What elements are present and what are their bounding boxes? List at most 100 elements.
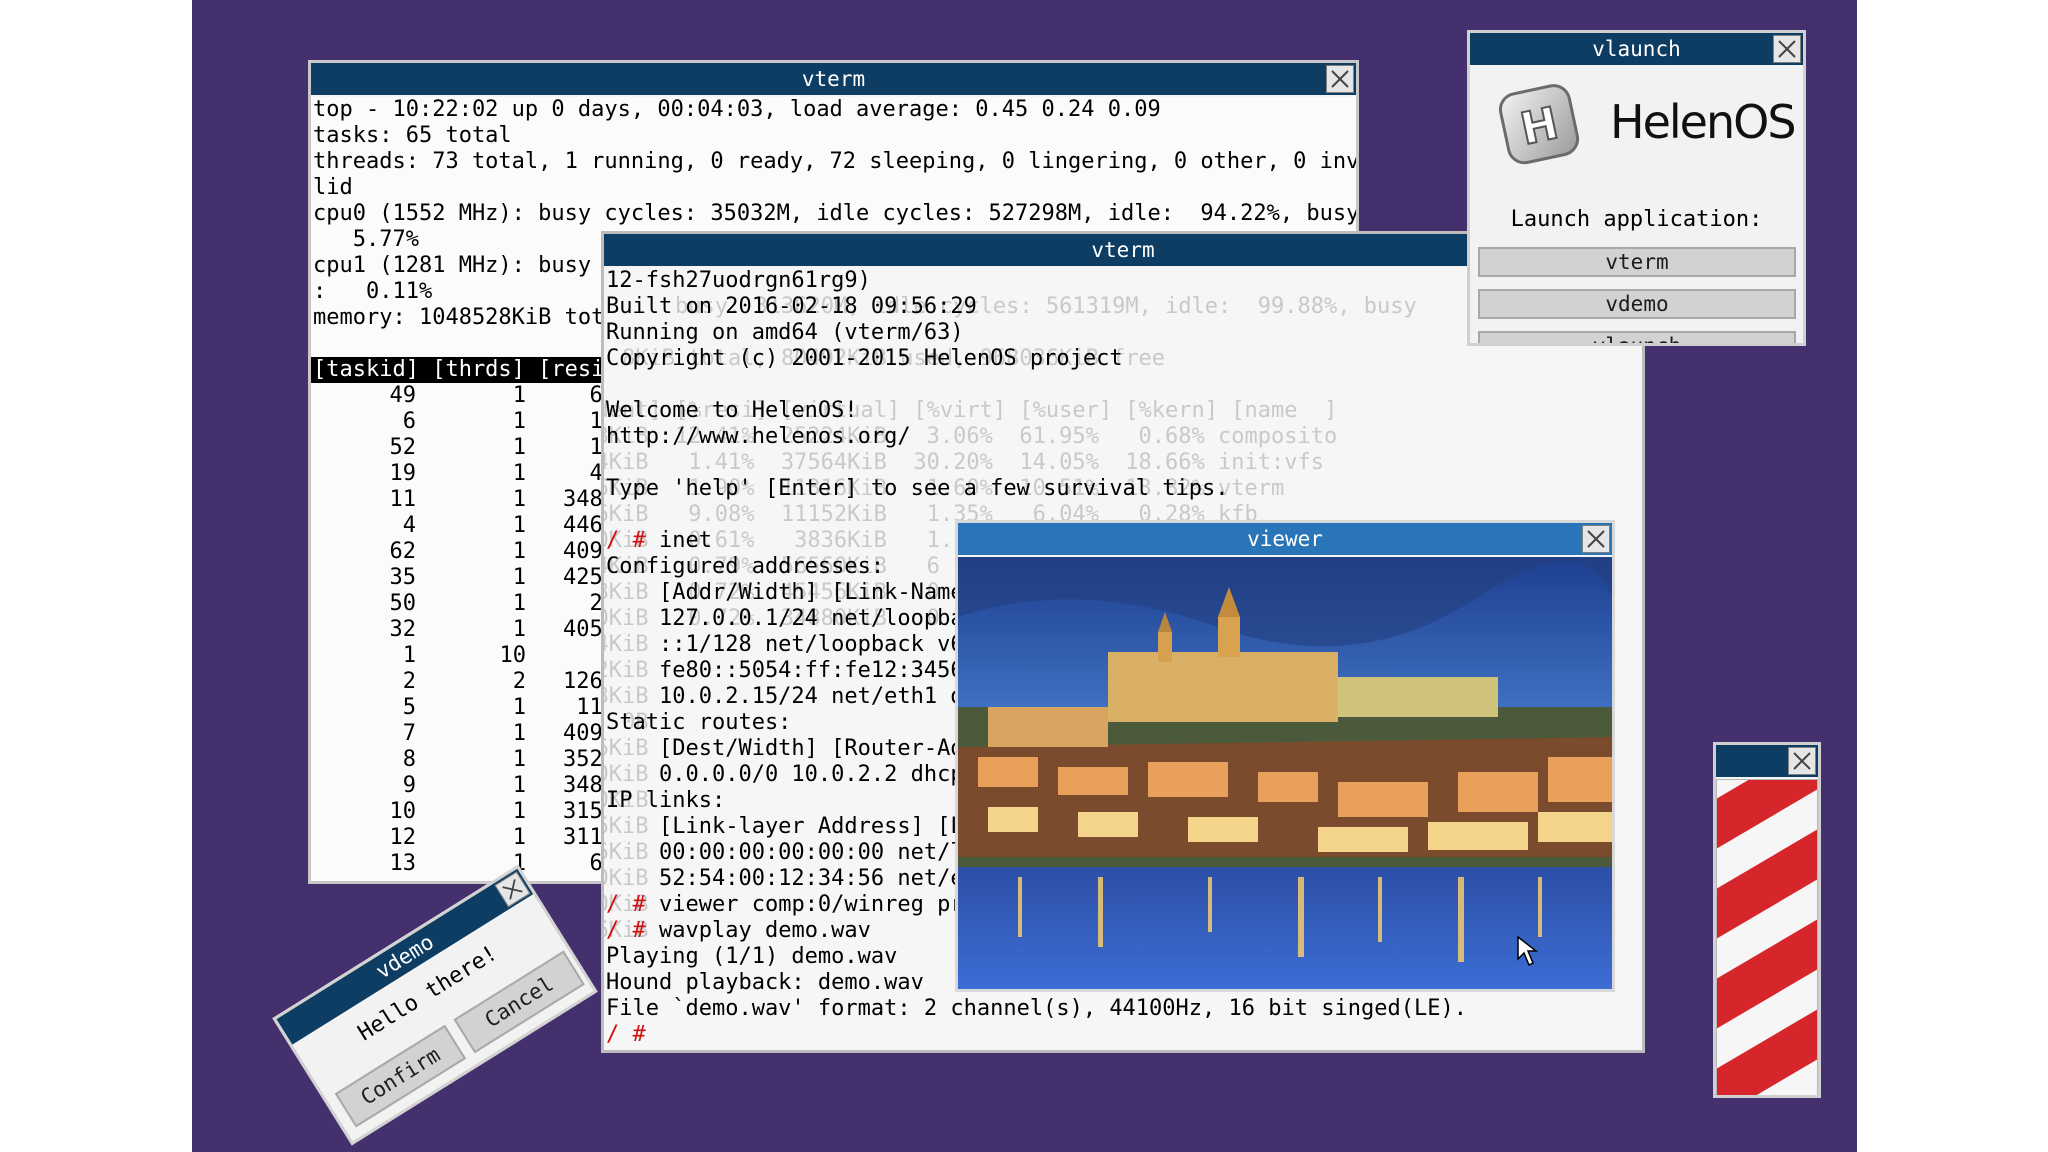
table-cell: 49 (389, 383, 417, 408)
vdemo-window[interactable]: vdemo Hello there! Confirm Cancel (272, 864, 598, 1146)
vlaunch-titlebar[interactable]: vlaunch (1470, 33, 1803, 65)
barber-pole-titlebar[interactable] (1716, 745, 1818, 777)
close-icon[interactable] (1788, 747, 1816, 775)
terminal-line: http://www.helenos.org/ (606, 424, 911, 449)
table-cell: 4 (402, 513, 416, 538)
vlaunch-title: vlaunch (1592, 37, 1681, 61)
vterm-shell-title: vterm (1091, 238, 1155, 262)
table-cell: 11 (389, 487, 417, 512)
table-row: 50123 (311, 591, 617, 617)
desktop: vterm top - 10:22:02 up 0 days, 00:04:03… (192, 0, 1857, 1152)
vterm-top-title: vterm (801, 67, 866, 91)
table-row: 1 10 (311, 643, 616, 669)
close-icon[interactable] (1582, 525, 1610, 553)
vlaunch-window[interactable]: vlaunch H HelenOS Launch application: vt… (1467, 30, 1806, 346)
table-row: 10 1 3153 (311, 799, 617, 825)
command-text: inet (645, 528, 712, 553)
terminal-line: Type 'help' [Enter] to see a few surviva… (606, 476, 1229, 501)
terminal-line: 12-fsh27uodrgn61rg9) (606, 268, 871, 293)
table-row: 12 1 3112 (311, 825, 617, 851)
table-cell: 32 (389, 617, 417, 642)
table-cell: 1 (512, 539, 526, 564)
table-cell: 1 (402, 643, 416, 668)
prompt-mark: / # (606, 892, 646, 917)
table-cell: 1 (512, 435, 526, 460)
prague-castle-photo (958, 557, 1612, 989)
command-text: wavplay demo.wav (645, 918, 871, 943)
launch-vdemo-button[interactable]: vdemo (1478, 289, 1796, 319)
table-cell: 62 (389, 539, 417, 564)
table-row: 32 1 4055 (311, 617, 617, 643)
table-cell: 1 (512, 747, 526, 772)
close-icon[interactable] (1326, 65, 1354, 93)
table-cell: 5 (402, 695, 416, 720)
table-cell: 52 (389, 435, 417, 460)
terminal-line: Copyright (c) 2001-2015 HelenOS project (606, 346, 1123, 371)
table-cell: 7 (402, 721, 416, 746)
table-row: 62 1 4096 (311, 539, 617, 565)
table-cell: 35 (389, 565, 417, 590)
terminal-line: Welcome to HelenOS! (606, 398, 858, 423)
launch-vterm-button[interactable]: vterm (1478, 247, 1796, 277)
table-cell: 1 (512, 565, 526, 590)
table-cell: 1 (512, 773, 526, 798)
helenos-logo-text: HelenOS (1610, 95, 1797, 149)
table-cell: 1 (512, 617, 526, 642)
close-icon[interactable] (1773, 35, 1801, 63)
table-cell: 1 (512, 825, 526, 850)
table-cell: 19 (389, 461, 417, 486)
viewer-title: viewer (1247, 527, 1323, 551)
terminal-line: lid (313, 175, 353, 200)
table-row: 9 1 3481 (311, 773, 616, 799)
table-cell: 2 (402, 669, 416, 694)
table-cell: 8 (402, 747, 416, 772)
table-row: 6114 (311, 409, 616, 435)
helenos-logo-icon: H (1492, 79, 1582, 165)
terminal-line: File `demo.wav' format: 2 channel(s), 44… (606, 996, 1467, 1021)
table-cell: 6 (402, 409, 416, 434)
terminal-line: Built on 2016-02-18 09:56:29 (606, 294, 977, 319)
viewer-titlebar[interactable]: viewer (958, 523, 1612, 555)
viewer-window[interactable]: viewer (955, 520, 1615, 992)
table-cell: 10 (389, 799, 417, 824)
table-row: 11 1 3481 (311, 487, 617, 513)
table-cell: 10 (499, 643, 527, 668)
table-cell: 12 (389, 825, 417, 850)
terminal-line: Running on amd64 (vterm/63) (606, 320, 964, 345)
prompt-mark: / # (606, 1022, 646, 1047)
table-cell: 1 (512, 721, 526, 746)
terminal-line: threads: 73 total, 1 running, 0 ready, 7… (313, 149, 1356, 174)
terminal-line: top - 10:22:02 up 0 days, 00:04:03, load… (313, 97, 1161, 122)
table-row: 7 1 4096 (311, 721, 616, 747)
table-cell: 1 (512, 695, 526, 720)
table-row: 5 1 117 (311, 695, 616, 721)
terminal-line: cpu0 (1552 MHz): busy cycles: 35032M, id… (313, 201, 1356, 226)
vterm-top-titlebar[interactable]: vterm (311, 63, 1356, 95)
table-cell: 1 (512, 799, 526, 824)
table-row: 13165 (311, 851, 617, 877)
table-cell: 13 (389, 851, 417, 876)
table-cell: 2 (512, 669, 526, 694)
table-row: 19149 (311, 461, 617, 487)
launch-prompt: Launch application: (1510, 207, 1763, 232)
table-cell: 50 (389, 591, 417, 616)
table-row: 49168 (311, 383, 617, 409)
prompt-mark: / # (606, 528, 646, 553)
table-cell: 1 (512, 461, 526, 486)
table-row: 35 1 4259 (311, 565, 617, 591)
table-cell: 1 (512, 513, 526, 538)
table-row: 52119 (311, 435, 617, 461)
table-cell: 1 (512, 487, 526, 512)
table-cell: 1 (512, 409, 526, 434)
table-cell: 9 (402, 773, 416, 798)
table-row: 8 1 3522 (311, 747, 616, 773)
table-row: 2 2 1269 (311, 669, 616, 695)
launch-vlaunch-button[interactable]: vlaunch (1478, 331, 1796, 343)
prompt-mark: / # (606, 918, 646, 943)
table-cell: 1 (512, 591, 526, 616)
terminal-line: / # (604, 1022, 1467, 1048)
barber-pole-graphic (1716, 779, 1818, 1095)
barber-pole-window[interactable] (1713, 742, 1821, 1098)
